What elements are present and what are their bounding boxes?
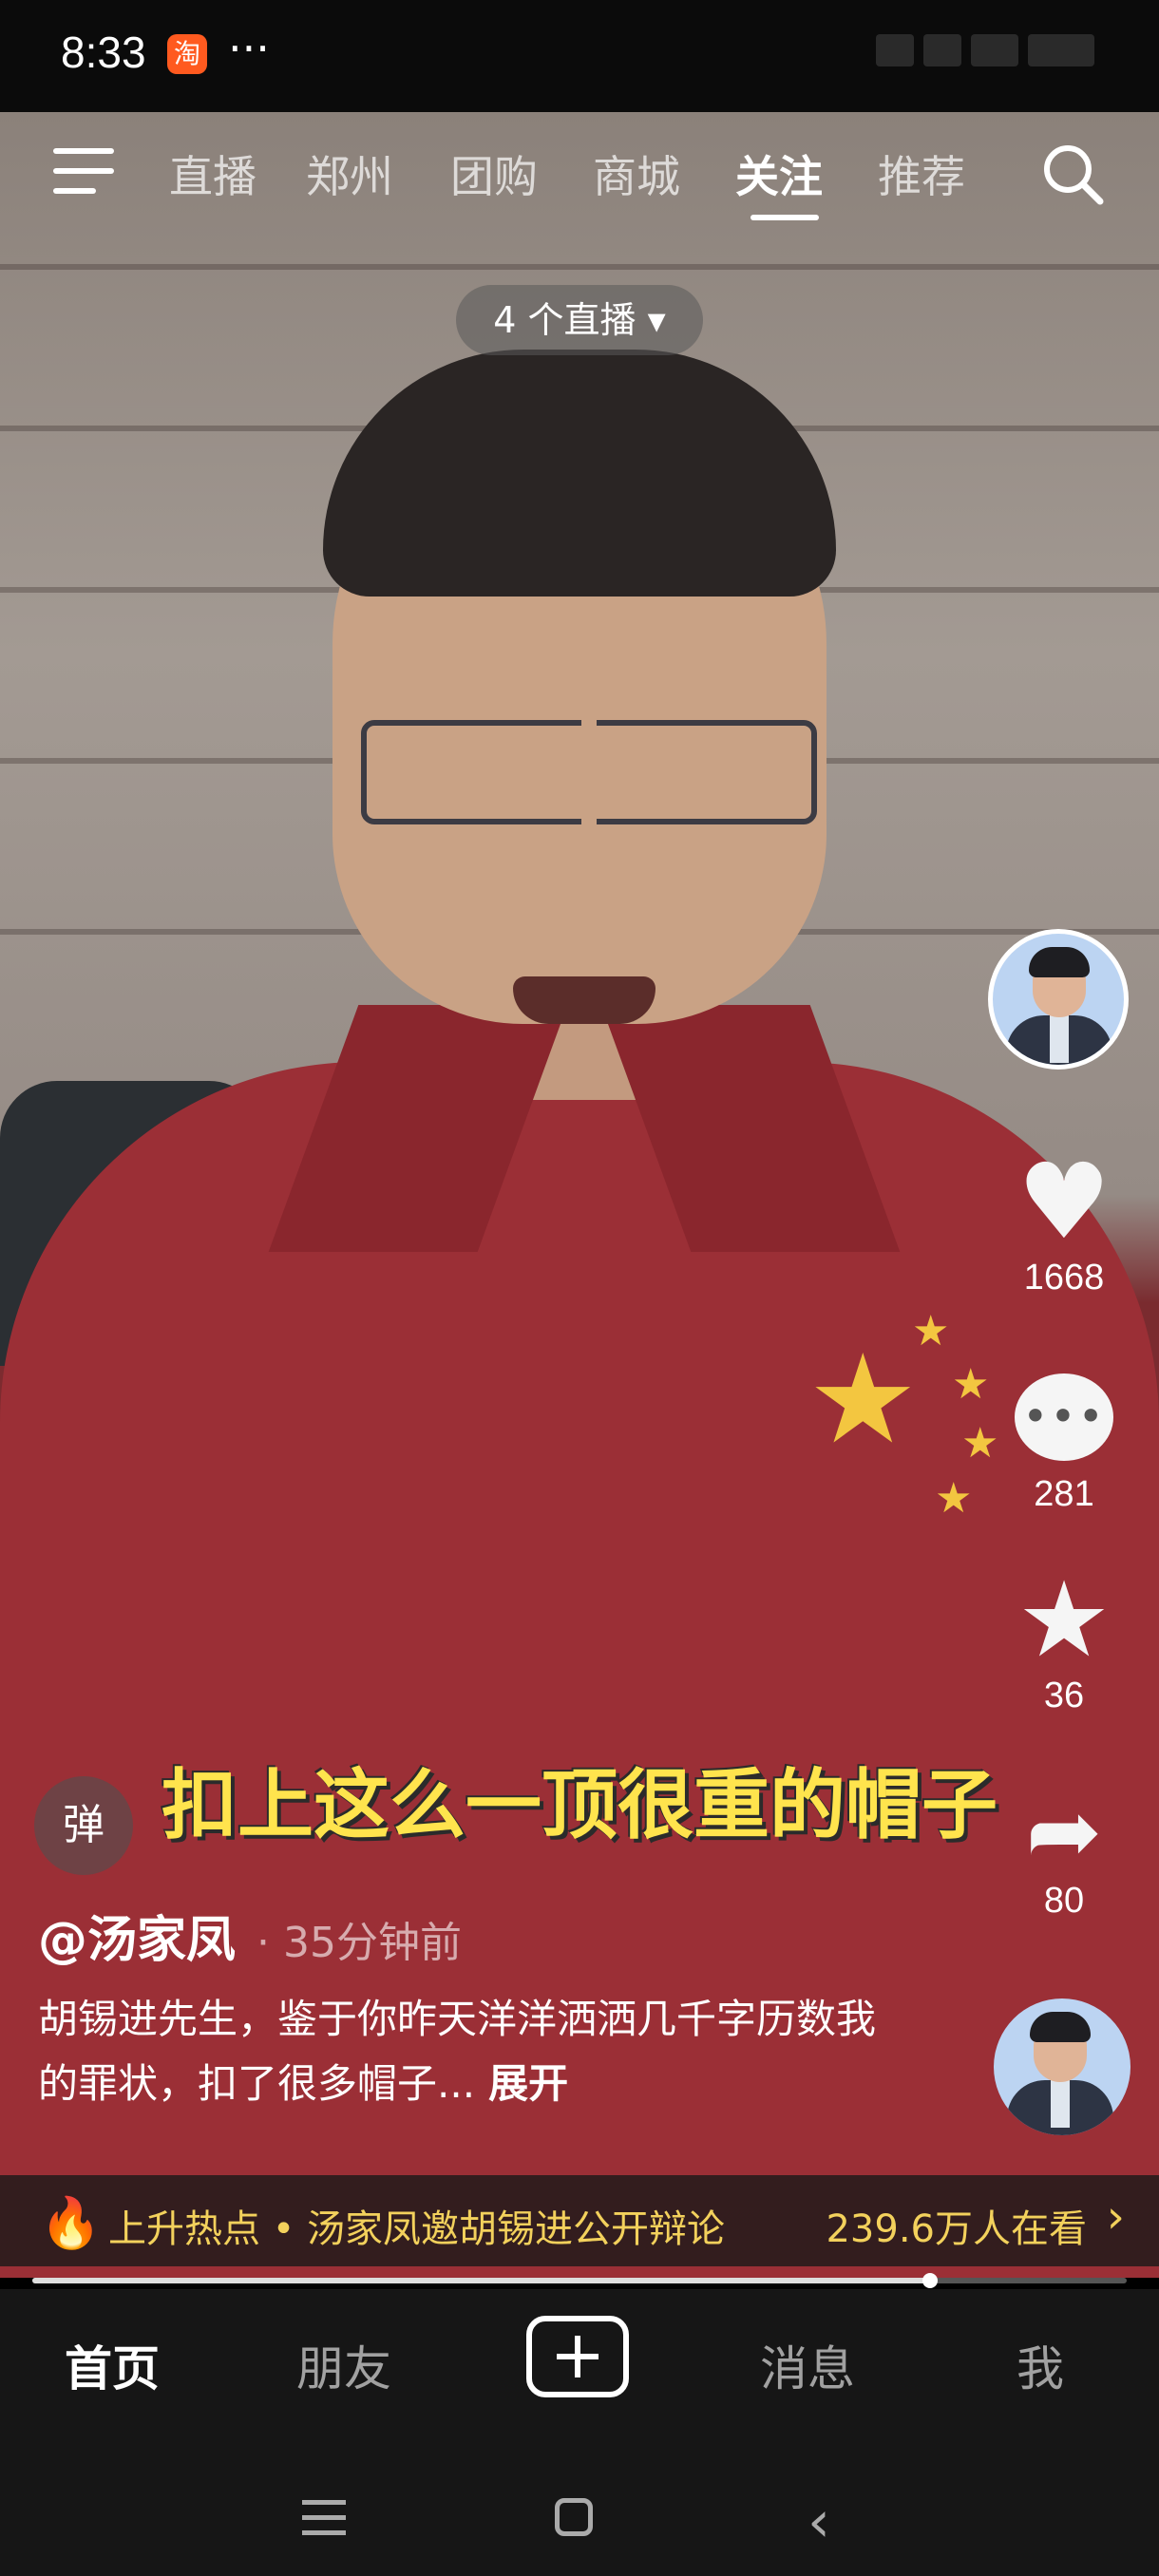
progress-handle[interactable] [922, 2273, 938, 2288]
tab-following[interactable]: 关注 [735, 142, 823, 205]
recent-apps-icon[interactable] [302, 2500, 346, 2538]
description-text: 胡锡进先生，鉴于你昨天洋洋洒洒几千字历数我的罪状，扣了很多帽子... [38, 1996, 877, 2107]
comment-icon [1015, 1373, 1113, 1461]
bottom-nav: 首页 朋友 消息 我 [0, 2289, 1159, 2422]
tab-mall[interactable]: 商城 [593, 142, 680, 205]
author-avatar[interactable] [988, 929, 1129, 1070]
comment-count: 281 [1034, 1474, 1094, 1514]
like-count: 1668 [1023, 1258, 1105, 1297]
music-disc-avatar[interactable] [994, 1998, 1130, 2135]
live-count-pill[interactable]: 4 个直播 ▾ [456, 285, 703, 355]
post-description: 胡锡进先生，鉴于你昨天洋洋洒洒几千字历数我的罪状，扣了很多帽子... 展开 [38, 1987, 912, 2116]
menu-icon[interactable] [53, 148, 114, 198]
status-bar: 8:33 淘 ··· [0, 0, 1159, 112]
hot-topic-text: 上升热点 • 汤家凤邀胡锡进公开辩论 [108, 2207, 726, 2251]
danmaku-toggle-button[interactable]: 弹 [34, 1776, 133, 1875]
tab-recommended[interactable]: 推荐 [878, 142, 965, 205]
active-tab-indicator [750, 215, 819, 220]
favorite-button[interactable]: ★ 36 [998, 1567, 1130, 1716]
status-icons [866, 34, 1113, 72]
favorite-count: 36 [1043, 1676, 1085, 1715]
nav-messages[interactable]: 消息 [760, 2331, 855, 2399]
share-count: 80 [1043, 1881, 1085, 1921]
small-star-icon: ★ [961, 1419, 999, 1468]
fire-icon: 🔥 [40, 2195, 102, 2252]
viewer-count: 239.6万人在看 [826, 2207, 1087, 2251]
create-post-button[interactable] [526, 2316, 629, 2397]
expand-link[interactable]: 展开 [488, 2060, 568, 2107]
tab-zhengzhou[interactable]: 郑州 [306, 142, 393, 205]
star-icon: ★ [1016, 1559, 1112, 1680]
glasses [361, 720, 817, 824]
back-icon[interactable]: ‹ [808, 2489, 830, 2555]
author-name[interactable]: @汤家凤 [38, 1912, 236, 1969]
post-time: · 35分钟前 [256, 1919, 462, 1967]
like-button[interactable]: ♥ 1668 [998, 1149, 1130, 1298]
taobao-app-icon: 淘 [167, 34, 207, 74]
home-icon[interactable] [555, 2498, 593, 2536]
top-nav: 直播 郑州 团购 商城 关注 推荐 [0, 133, 1159, 220]
hot-topic-bar[interactable]: 🔥 上升热点 • 汤家凤邀胡锡进公开辩论 239.6万人在看 › [0, 2175, 1159, 2266]
search-icon[interactable] [1039, 141, 1106, 207]
comment-button[interactable]: 281 [998, 1373, 1130, 1515]
video-subtitle: 扣上这么一顶很重的帽子 [162, 1761, 998, 1849]
small-star-icon: ★ [912, 1307, 950, 1355]
system-nav-bar: ‹ [0, 2422, 1159, 2576]
tab-group-buy[interactable]: 团购 [450, 142, 538, 205]
tab-live[interactable]: 直播 [169, 142, 256, 205]
small-star-icon: ★ [935, 1474, 973, 1523]
chevron-right-icon: › [1106, 2190, 1125, 2244]
star-emblem-icon: ★ [808, 1327, 919, 1471]
heart-icon: ♥ [1016, 1141, 1112, 1262]
progress-fill [32, 2278, 930, 2283]
video-progress-bar[interactable] [32, 2273, 1127, 2288]
small-star-icon: ★ [952, 1360, 990, 1409]
nav-me[interactable]: 我 [1016, 2331, 1064, 2399]
nav-friends[interactable]: 朋友 [296, 2331, 391, 2399]
status-time: 8:33 [61, 28, 146, 77]
more-notifications-icon: ··· [228, 23, 270, 74]
nav-home[interactable]: 首页 [65, 2331, 160, 2399]
author-row: @汤家凤 · 35分钟前 [38, 1900, 462, 1971]
